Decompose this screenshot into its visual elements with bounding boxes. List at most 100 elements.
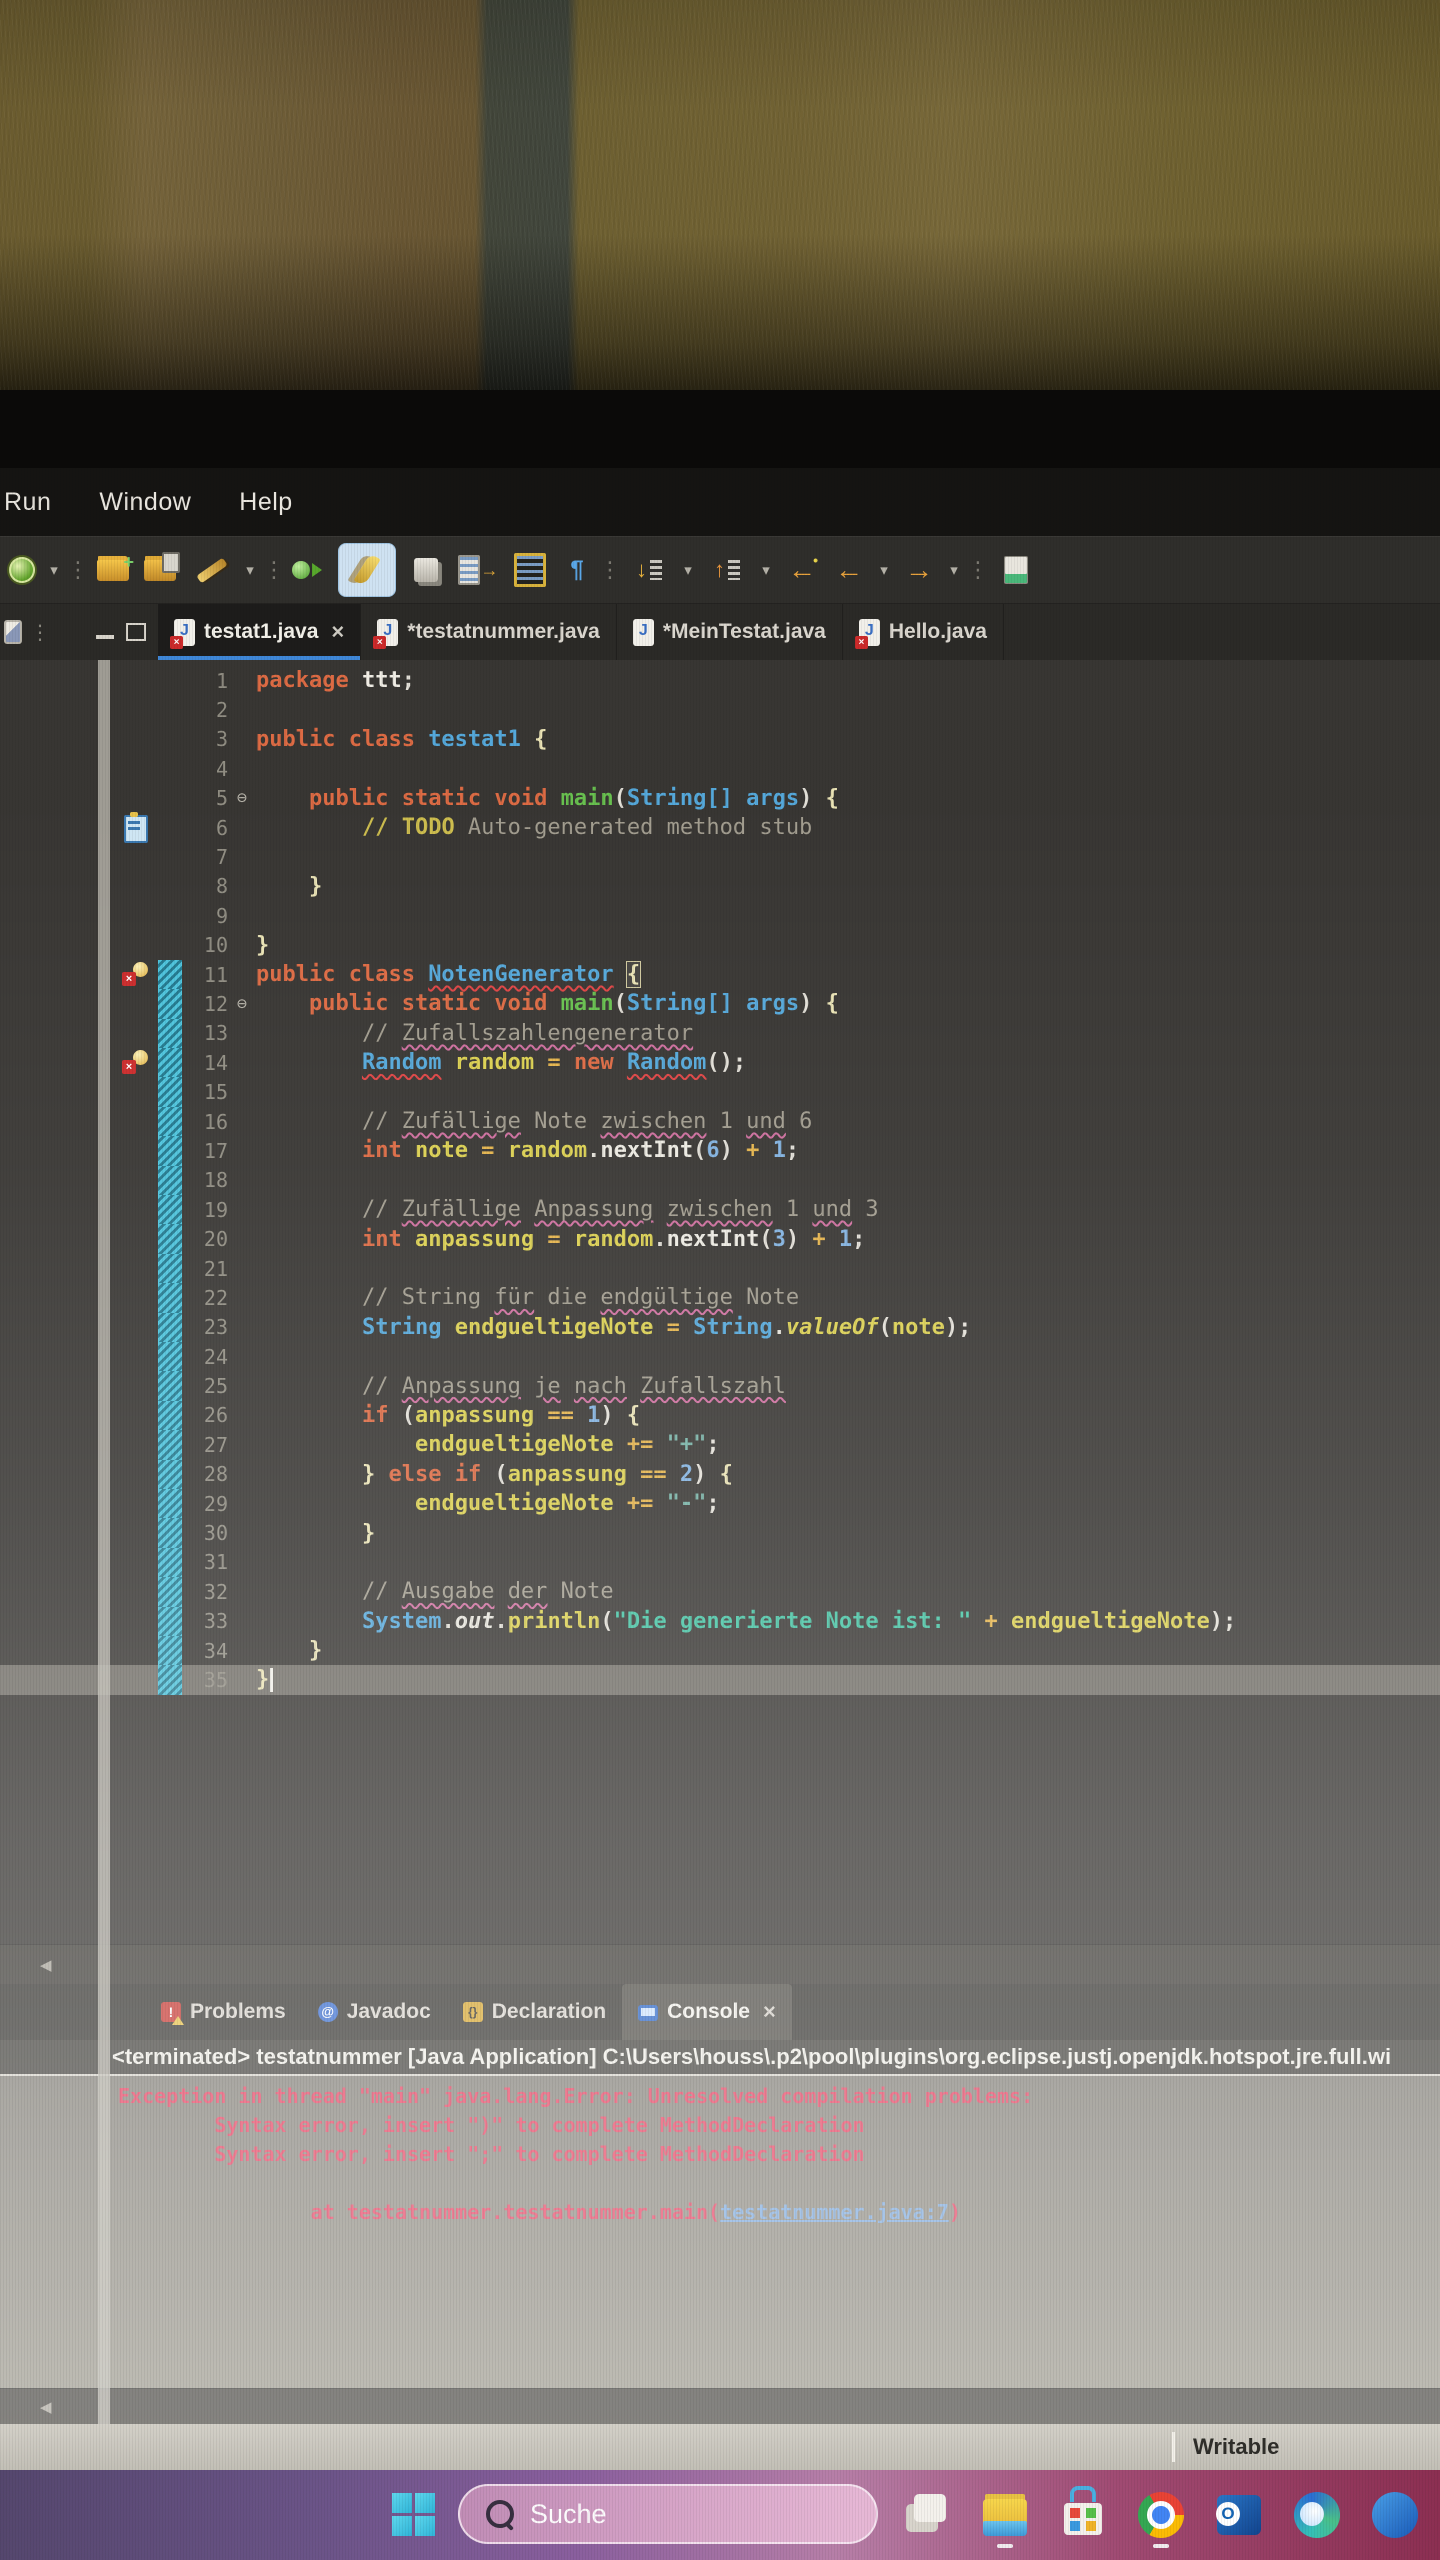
tab-Hellojava[interactable]: × Hello.java — [843, 604, 1004, 660]
line-number[interactable]: 22 — [182, 1286, 228, 1310]
line-number[interactable]: 6 — [182, 816, 228, 840]
toolbar-overflow-icon[interactable]: ⋮ — [30, 620, 50, 645]
gutter-icon-cell[interactable] — [114, 1254, 158, 1283]
console-tab-javadoc[interactable]: @ Javadoc — [302, 1984, 447, 2040]
code-editor[interactable]: 1 package ttt; 2 3 public class testat1 {4 5 ⊖… — [0, 660, 1440, 1944]
menu-item-help[interactable]: Help — [239, 488, 292, 517]
line-number[interactable]: 24 — [182, 1345, 228, 1369]
gutter-icon-cell[interactable] — [114, 1489, 158, 1518]
line-number[interactable]: 10 — [182, 933, 228, 957]
next-annotation-icon[interactable]: ↓ — [626, 546, 672, 594]
console-tab-declaration[interactable]: {} Declaration — [447, 1984, 622, 2040]
gutter-icon-cell[interactable] — [114, 1342, 158, 1371]
gutter-icon-cell[interactable] — [114, 725, 158, 754]
gutter-icon-cell[interactable] — [114, 1636, 158, 1665]
menu-item-window[interactable]: Window — [99, 488, 191, 517]
debug-icon[interactable] — [290, 546, 330, 594]
print-dropdown[interactable]: ▾ — [242, 546, 258, 594]
file-explorer-icon[interactable] — [976, 2484, 1034, 2548]
gutter-icon-cell[interactable] — [114, 1224, 158, 1253]
next-annotation-dropdown[interactable]: ▾ — [680, 546, 696, 594]
line-number[interactable]: 14 — [182, 1051, 228, 1075]
line-number[interactable]: 15 — [182, 1080, 228, 1104]
task-view-icon[interactable] — [898, 2484, 956, 2546]
gutter-icon-cell[interactable] — [114, 842, 158, 871]
line-number[interactable]: 21 — [182, 1257, 228, 1281]
line-number[interactable]: 5 — [182, 786, 228, 810]
console-horizontal-scrollbar[interactable]: ◀ — [0, 2388, 1440, 2426]
gutter-icon-cell[interactable] — [114, 1166, 158, 1195]
gutter-icon-cell[interactable] — [114, 1430, 158, 1459]
close-tab-icon[interactable]: × — [331, 619, 344, 645]
line-number[interactable]: 1 — [182, 669, 228, 693]
line-number[interactable]: 23 — [182, 1315, 228, 1339]
line-number[interactable]: 11 — [182, 963, 228, 987]
gutter-icon-cell[interactable] — [114, 872, 158, 901]
line-number[interactable]: 34 — [182, 1639, 228, 1663]
maximize-view-icon[interactable] — [126, 623, 146, 641]
line-number[interactable]: 20 — [182, 1227, 228, 1251]
stacktrace-link[interactable]: testatnummer.java:7 — [720, 2200, 949, 2224]
gutter-icon-cell[interactable] — [114, 754, 158, 783]
line-number[interactable]: 35 — [182, 1668, 228, 1692]
menu-item-run[interactable]: Run — [4, 488, 51, 517]
external-tools-icon[interactable] — [6, 546, 38, 594]
line-number[interactable]: 28 — [182, 1462, 228, 1486]
task-marker-icon[interactable] — [124, 811, 148, 843]
new-class-icon[interactable] — [456, 546, 500, 594]
tab-testat1java[interactable]: × testat1.java × — [158, 604, 362, 660]
line-number[interactable]: 9 — [182, 904, 228, 928]
chrome-icon[interactable] — [1132, 2484, 1190, 2548]
line-number[interactable]: 25 — [182, 1374, 228, 1398]
minimize-view-icon[interactable] — [96, 635, 114, 639]
save-all-icon[interactable] — [142, 550, 182, 590]
gutter-icon-cell[interactable] — [114, 1077, 158, 1106]
line-number[interactable]: 16 — [182, 1110, 228, 1134]
line-number[interactable]: 4 — [182, 757, 228, 781]
gutter-icon-cell[interactable] — [114, 1548, 158, 1577]
outlook-icon[interactable] — [1210, 2484, 1268, 2546]
scroll-left-icon[interactable]: ◀ — [40, 1956, 52, 1974]
taskbar-search[interactable]: Suche — [458, 2484, 878, 2544]
gutter-icon-cell[interactable] — [114, 1136, 158, 1165]
gutter-icon-cell[interactable] — [114, 931, 158, 960]
open-console-icon[interactable] — [994, 546, 1038, 594]
line-number[interactable]: 13 — [182, 1021, 228, 1045]
gutter-icon-cell[interactable] — [114, 989, 158, 1018]
tab-MeinTestatjava[interactable]: *MeinTestat.java — [617, 604, 843, 660]
gutter-icon-cell[interactable] — [114, 1371, 158, 1400]
line-number[interactable]: 2 — [182, 698, 228, 722]
previous-annotation-dropdown[interactable]: ▾ — [758, 546, 774, 594]
console-tab-problems[interactable]: ! Problems — [145, 1984, 302, 2040]
error-marker-icon[interactable] — [122, 1050, 148, 1075]
gutter-icon-cell[interactable] — [114, 1313, 158, 1342]
gutter-icon-cell[interactable] — [114, 1195, 158, 1224]
fold-marker-icon[interactable]: ⊖ — [228, 788, 256, 808]
error-marker-icon[interactable] — [122, 961, 148, 986]
last-edit-location-icon[interactable]: ← — [782, 546, 822, 594]
gutter-icon-cell[interactable] — [114, 784, 158, 813]
gutter-icon-cell[interactable] — [114, 695, 158, 724]
new-folder-icon[interactable] — [94, 550, 134, 590]
perspective-icon[interactable] — [4, 620, 22, 644]
back-dropdown[interactable]: ▾ — [876, 546, 892, 594]
forward-icon[interactable]: → — [900, 546, 938, 594]
edge-icon[interactable] — [1288, 2484, 1346, 2546]
gutter-icon-cell[interactable] — [114, 901, 158, 930]
gutter-icon-cell[interactable] — [114, 1283, 158, 1312]
gutter-icon-cell[interactable] — [114, 1665, 158, 1694]
line-number[interactable]: 31 — [182, 1550, 228, 1574]
editor-horizontal-scrollbar[interactable]: ◀ — [0, 1944, 1440, 1986]
gutter-icon-cell[interactable] — [114, 811, 158, 843]
coverage-icon[interactable] — [338, 543, 396, 597]
start-button[interactable] — [392, 2493, 436, 2537]
print-icon[interactable] — [190, 546, 234, 594]
line-number[interactable]: 8 — [182, 874, 228, 898]
line-number[interactable]: 29 — [182, 1492, 228, 1516]
line-number[interactable]: 32 — [182, 1580, 228, 1604]
line-number[interactable]: 3 — [182, 727, 228, 751]
line-number[interactable]: 17 — [182, 1139, 228, 1163]
line-number[interactable]: 7 — [182, 845, 228, 869]
fold-marker-icon[interactable]: ⊖ — [228, 994, 256, 1014]
gutter-icon-cell[interactable] — [114, 1019, 158, 1048]
